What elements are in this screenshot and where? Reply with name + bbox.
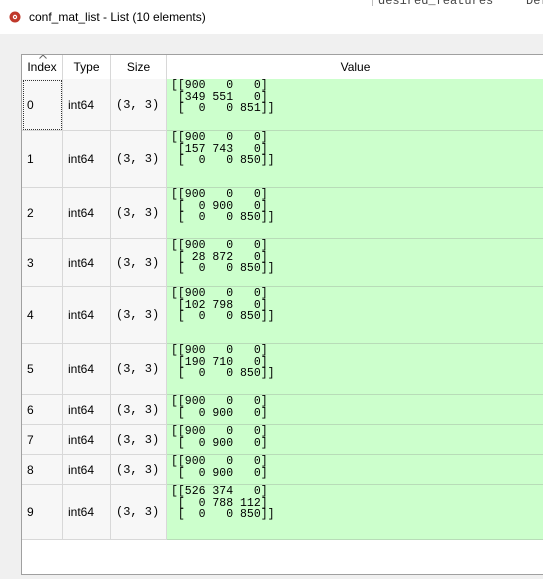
type-cell[interactable]: int64 — [63, 188, 111, 239]
collection-editor-table[interactable]: Index Type Size Value 0 int64 (3, 3) [[9… — [21, 54, 543, 575]
table-row[interactable]: 0 int64 (3, 3) [[900 0 0] [349 551 0] [ … — [22, 79, 543, 131]
index-cell[interactable]: 7 — [22, 425, 63, 455]
column-header-type[interactable]: Type — [63, 55, 111, 79]
column-header-type-label: Type — [73, 60, 100, 74]
value-text: [[900 0 0] [ 0 900 0] — [171, 425, 268, 450]
value-cell[interactable]: [[900 0 0] [157 743 0] [ 0 0 850]] — [167, 131, 543, 188]
size-cell[interactable]: (3, 3) — [111, 425, 167, 455]
table-row[interactable]: 7 int64 (3, 3) [[900 0 0] [ 0 900 0] — [22, 425, 543, 455]
size-cell[interactable]: (3, 3) — [111, 395, 167, 425]
table-row[interactable]: 5 int64 (3, 3) [[900 0 0] [190 710 0] [ … — [22, 344, 543, 395]
value-text: [[900 0 0] [190 710 0] [ 0 0 850]] — [171, 344, 275, 381]
type-cell[interactable]: int64 — [63, 79, 111, 131]
background-window-text: desired_features — [378, 0, 494, 8]
value-text: [[900 0 0] [ 0 900 0] — [171, 455, 268, 480]
index-cell[interactable]: 3 — [22, 239, 63, 287]
column-header-index-label: Index — [27, 60, 57, 74]
value-cell[interactable]: [[900 0 0] [102 798 0] [ 0 0 850]] — [167, 287, 543, 344]
index-cell[interactable]: 0 — [22, 79, 63, 131]
value-cell[interactable]: [[900 0 0] [ 0 900 0] — [167, 425, 543, 455]
value-cell[interactable]: [[900 0 0] [ 0 900 0] — [167, 455, 543, 485]
type-cell[interactable]: int64 — [63, 344, 111, 395]
value-text: [[900 0 0] [ 0 900 0] [ 0 0 850]] — [171, 188, 275, 225]
type-cell[interactable]: int64 — [63, 239, 111, 287]
table-row[interactable]: 4 int64 (3, 3) [[900 0 0] [102 798 0] [ … — [22, 287, 543, 344]
background-window-text-2: Def — [526, 0, 543, 8]
table-header: Index Type Size Value — [22, 55, 543, 80]
type-cell[interactable]: int64 — [63, 131, 111, 188]
value-cell[interactable]: [[900 0 0] [349 551 0] [ 0 0 851]] — [167, 79, 543, 131]
size-cell[interactable]: (3, 3) — [111, 287, 167, 344]
value-text: [[900 0 0] [ 0 900 0] — [171, 395, 268, 420]
column-header-size[interactable]: Size — [111, 55, 167, 79]
index-cell[interactable]: 2 — [22, 188, 63, 239]
column-header-value-label: Value — [340, 60, 371, 74]
value-cell[interactable]: [[900 0 0] [190 710 0] [ 0 0 850]] — [167, 344, 543, 395]
sort-up-icon — [39, 55, 47, 59]
table-row[interactable]: 9 int64 (3, 3) [[526 374 0] [ 0 788 112]… — [22, 485, 543, 540]
size-cell[interactable]: (3, 3) — [111, 188, 167, 239]
index-cell[interactable]: 5 — [22, 344, 63, 395]
size-cell[interactable]: (3, 3) — [111, 79, 167, 131]
value-cell[interactable]: [[526 374 0] [ 0 788 112] [ 0 0 850]] — [167, 485, 543, 540]
background-divider — [372, 0, 373, 6]
value-text: [[900 0 0] [102 798 0] [ 0 0 850]] — [171, 287, 275, 324]
type-cell[interactable]: int64 — [63, 395, 111, 425]
spyder-app-icon — [9, 11, 21, 23]
index-cell[interactable]: 1 — [22, 131, 63, 188]
size-cell[interactable]: (3, 3) — [111, 485, 167, 540]
value-cell[interactable]: [[900 0 0] [ 28 872 0] [ 0 0 850]] — [167, 239, 543, 287]
window-title: conf_mat_list - List (10 elements) — [29, 10, 206, 24]
size-cell[interactable]: (3, 3) — [111, 239, 167, 287]
table-row[interactable]: 2 int64 (3, 3) [[900 0 0] [ 0 900 0] [ 0… — [22, 188, 543, 239]
value-text: [[900 0 0] [ 28 872 0] [ 0 0 850]] — [171, 239, 275, 276]
column-header-size-label: Size — [126, 60, 151, 74]
column-header-index[interactable]: Index — [22, 55, 63, 79]
type-cell[interactable]: int64 — [63, 425, 111, 455]
table-row[interactable]: 8 int64 (3, 3) [[900 0 0] [ 0 900 0] — [22, 455, 543, 485]
type-cell[interactable]: int64 — [63, 485, 111, 540]
index-cell[interactable]: 9 — [22, 485, 63, 540]
value-text: [[526 374 0] [ 0 788 112] [ 0 0 850]] — [171, 485, 275, 522]
value-cell[interactable]: [[900 0 0] [ 0 900 0] — [167, 395, 543, 425]
table-row[interactable]: 6 int64 (3, 3) [[900 0 0] [ 0 900 0] — [22, 395, 543, 425]
type-cell[interactable]: int64 — [63, 287, 111, 344]
size-cell[interactable]: (3, 3) — [111, 131, 167, 188]
value-cell[interactable]: [[900 0 0] [ 0 900 0] [ 0 0 850]] — [167, 188, 543, 239]
column-header-value[interactable]: Value — [167, 55, 543, 79]
title-bar: desired_features Def conf_mat_list - Lis… — [0, 0, 543, 34]
size-cell[interactable]: (3, 3) — [111, 344, 167, 395]
index-cell[interactable]: 4 — [22, 287, 63, 344]
index-cell[interactable]: 8 — [22, 455, 63, 485]
table-row[interactable]: 3 int64 (3, 3) [[900 0 0] [ 28 872 0] [ … — [22, 239, 543, 287]
table-row[interactable]: 1 int64 (3, 3) [[900 0 0] [157 743 0] [ … — [22, 131, 543, 188]
index-cell[interactable]: 6 — [22, 395, 63, 425]
type-cell[interactable]: int64 — [63, 455, 111, 485]
size-cell[interactable]: (3, 3) — [111, 455, 167, 485]
value-text: [[900 0 0] [349 551 0] [ 0 0 851]] — [171, 79, 275, 116]
value-text: [[900 0 0] [157 743 0] [ 0 0 850]] — [171, 131, 275, 168]
